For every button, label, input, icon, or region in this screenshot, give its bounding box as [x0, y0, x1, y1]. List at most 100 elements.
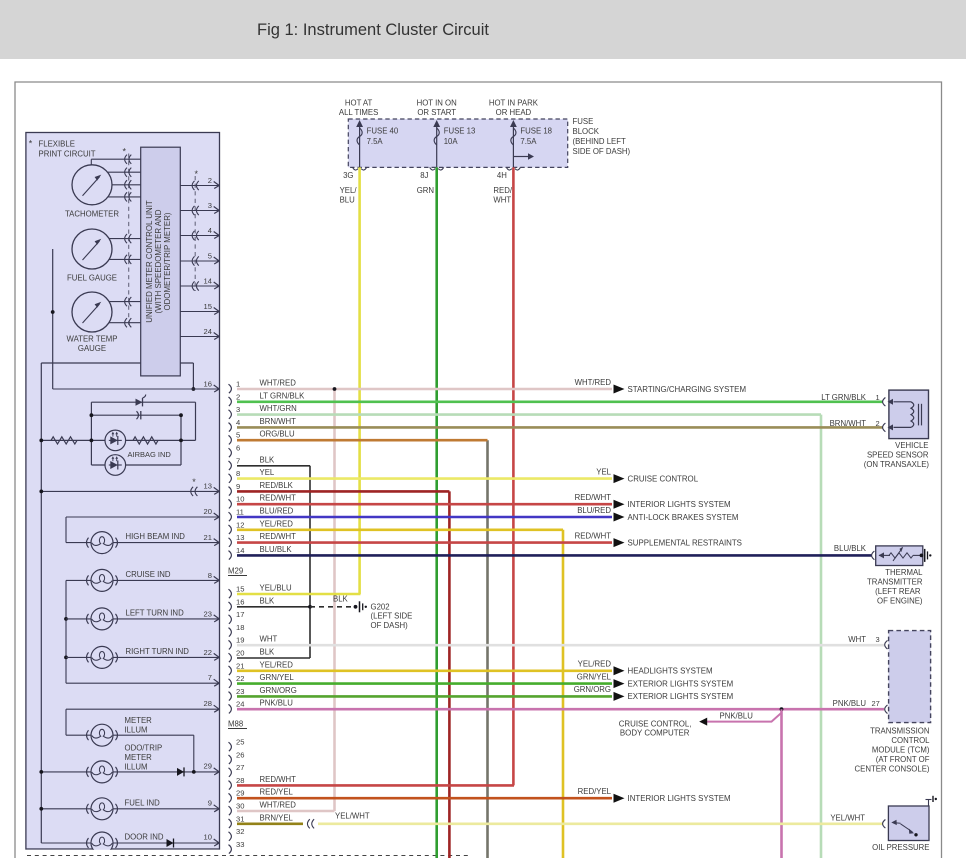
- svg-text:ODO/TRIP: ODO/TRIP: [125, 744, 163, 753]
- svg-text:BLK: BLK: [260, 455, 276, 464]
- svg-text:ILLUM: ILLUM: [125, 763, 148, 772]
- svg-text:ORG/BLU: ORG/BLU: [260, 430, 295, 439]
- svg-text:WHT/RED: WHT/RED: [260, 801, 297, 810]
- svg-text:31: 31: [236, 814, 244, 823]
- svg-text:3G: 3G: [343, 171, 353, 180]
- svg-text:23: 23: [236, 687, 244, 696]
- svg-text:SUPPLEMENTAL RESTRAINTS: SUPPLEMENTAL RESTRAINTS: [628, 538, 742, 547]
- svg-text:RED/BLK: RED/BLK: [260, 481, 294, 490]
- svg-text:28: 28: [204, 699, 212, 708]
- svg-text:BLU/BLK: BLU/BLK: [260, 545, 293, 554]
- svg-text:14: 14: [204, 277, 212, 286]
- svg-text:9: 9: [208, 799, 212, 808]
- svg-text:YEL/BLU: YEL/BLU: [260, 584, 292, 593]
- svg-text:WHT: WHT: [493, 196, 511, 205]
- svg-text:RED/WHT: RED/WHT: [260, 532, 297, 541]
- svg-text:INTERIOR LIGHTS SYSTEM: INTERIOR LIGHTS SYSTEM: [628, 500, 731, 509]
- svg-text:HIGH BEAM IND: HIGH BEAM IND: [126, 532, 186, 541]
- svg-text:MODULE (TCM): MODULE (TCM): [872, 746, 930, 755]
- svg-text:GRN/YEL: GRN/YEL: [260, 673, 295, 682]
- svg-text:15: 15: [236, 585, 244, 594]
- svg-text:CONTROL: CONTROL: [891, 736, 930, 745]
- svg-text:FUSE 18: FUSE 18: [520, 127, 552, 136]
- svg-text:11: 11: [236, 508, 244, 517]
- svg-text:ALL TIMES: ALL TIMES: [339, 108, 378, 117]
- svg-text:CRUISE CONTROL,: CRUISE CONTROL,: [619, 720, 692, 729]
- svg-text:15: 15: [204, 302, 212, 311]
- svg-text:28: 28: [236, 776, 244, 785]
- svg-text:20: 20: [204, 507, 212, 516]
- svg-text:TRANSMITTER: TRANSMITTER: [867, 578, 923, 587]
- svg-text:OF DASH): OF DASH): [371, 621, 409, 630]
- svg-text:22: 22: [236, 674, 244, 683]
- svg-text:Fig 1: Instrument Cluster Circ: Fig 1: Instrument Cluster Circuit: [257, 21, 489, 39]
- svg-text:FUEL GAUGE: FUEL GAUGE: [67, 274, 117, 283]
- svg-text:OF ENGINE): OF ENGINE): [877, 597, 923, 606]
- svg-text:INTERIOR LIGHTS SYSTEM: INTERIOR LIGHTS SYSTEM: [628, 794, 731, 803]
- svg-text:WHT/RED: WHT/RED: [260, 379, 297, 388]
- svg-text:BRN/WHT: BRN/WHT: [830, 419, 867, 428]
- svg-text:27: 27: [236, 763, 244, 772]
- svg-text:BODY COMPUTER: BODY COMPUTER: [620, 729, 690, 738]
- svg-text:VEHICLE: VEHICLE: [895, 441, 928, 450]
- svg-text:3: 3: [208, 201, 212, 210]
- svg-text:CRUISE IND: CRUISE IND: [126, 570, 171, 579]
- svg-text:RED/WHT: RED/WHT: [260, 494, 297, 503]
- svg-text:22: 22: [204, 648, 212, 657]
- svg-text:21: 21: [236, 661, 244, 670]
- svg-text:PNK/BLU: PNK/BLU: [833, 699, 867, 708]
- svg-text:G202: G202: [371, 602, 390, 611]
- svg-text:27: 27: [872, 699, 880, 708]
- svg-text:BLK: BLK: [260, 596, 276, 605]
- svg-text:YEL/WHT: YEL/WHT: [830, 814, 865, 823]
- svg-text:SIDE OF DASH): SIDE OF DASH): [573, 147, 631, 156]
- svg-text:9: 9: [236, 482, 240, 491]
- svg-text:OIL PRESSURE: OIL PRESSURE: [872, 843, 929, 852]
- svg-text:(WITH SPEEDOMETER AND: (WITH SPEEDOMETER AND: [154, 209, 163, 313]
- svg-text:24: 24: [236, 700, 244, 709]
- svg-text:25: 25: [236, 738, 244, 747]
- svg-text:WHT: WHT: [260, 635, 278, 644]
- svg-text:24: 24: [204, 327, 212, 336]
- svg-text:WATER TEMP: WATER TEMP: [67, 335, 118, 344]
- svg-text:TACHOMETER: TACHOMETER: [65, 209, 119, 218]
- svg-text:HEADLIGHTS SYSTEM: HEADLIGHTS SYSTEM: [628, 667, 713, 676]
- svg-text:5: 5: [208, 252, 212, 261]
- svg-text:RIGHT TURN IND: RIGHT TURN IND: [126, 647, 190, 656]
- svg-text:6: 6: [236, 444, 240, 453]
- svg-text:GRN: GRN: [417, 186, 434, 195]
- svg-text:STARTING/CHARGING SYSTEM: STARTING/CHARGING SYSTEM: [628, 385, 747, 394]
- svg-text:OR HEAD: OR HEAD: [496, 108, 532, 117]
- svg-text:RED/YEL: RED/YEL: [578, 787, 612, 796]
- svg-text:RED/: RED/: [493, 186, 512, 195]
- svg-text:BLU/RED: BLU/RED: [577, 506, 611, 515]
- svg-text:RED/YEL: RED/YEL: [260, 788, 294, 797]
- svg-text:16: 16: [236, 597, 244, 606]
- svg-text:PRINT CIRCUIT: PRINT CIRCUIT: [39, 150, 96, 159]
- svg-text:YEL: YEL: [596, 467, 611, 476]
- svg-text:TRANSMISSION: TRANSMISSION: [870, 727, 929, 736]
- svg-text:30: 30: [236, 802, 244, 811]
- svg-text:M29: M29: [228, 567, 243, 576]
- svg-text:FUSE 13: FUSE 13: [444, 127, 476, 136]
- svg-text:BLOCK: BLOCK: [573, 127, 600, 136]
- svg-text:*: *: [122, 147, 126, 157]
- svg-text:4: 4: [208, 226, 212, 235]
- svg-text:BLU/BLK: BLU/BLK: [834, 544, 867, 553]
- svg-text:3: 3: [876, 635, 880, 644]
- svg-text:33: 33: [236, 840, 244, 849]
- svg-text:GRN/ORG: GRN/ORG: [574, 685, 611, 694]
- svg-text:HOT IN PARK: HOT IN PARK: [489, 99, 539, 108]
- svg-text:17: 17: [236, 610, 244, 619]
- svg-text:FUSE: FUSE: [573, 117, 594, 126]
- svg-text:BLU/RED: BLU/RED: [260, 507, 294, 516]
- svg-text:10A: 10A: [444, 137, 459, 146]
- svg-text:12: 12: [236, 520, 244, 529]
- svg-text:FUEL IND: FUEL IND: [125, 799, 161, 808]
- svg-text:21: 21: [204, 533, 212, 542]
- svg-text:14: 14: [236, 546, 244, 555]
- svg-text:BLK: BLK: [260, 648, 276, 657]
- svg-text:(LEFT REAR: (LEFT REAR: [875, 587, 921, 596]
- svg-text:YEL/: YEL/: [340, 186, 358, 195]
- svg-text:4: 4: [236, 418, 240, 427]
